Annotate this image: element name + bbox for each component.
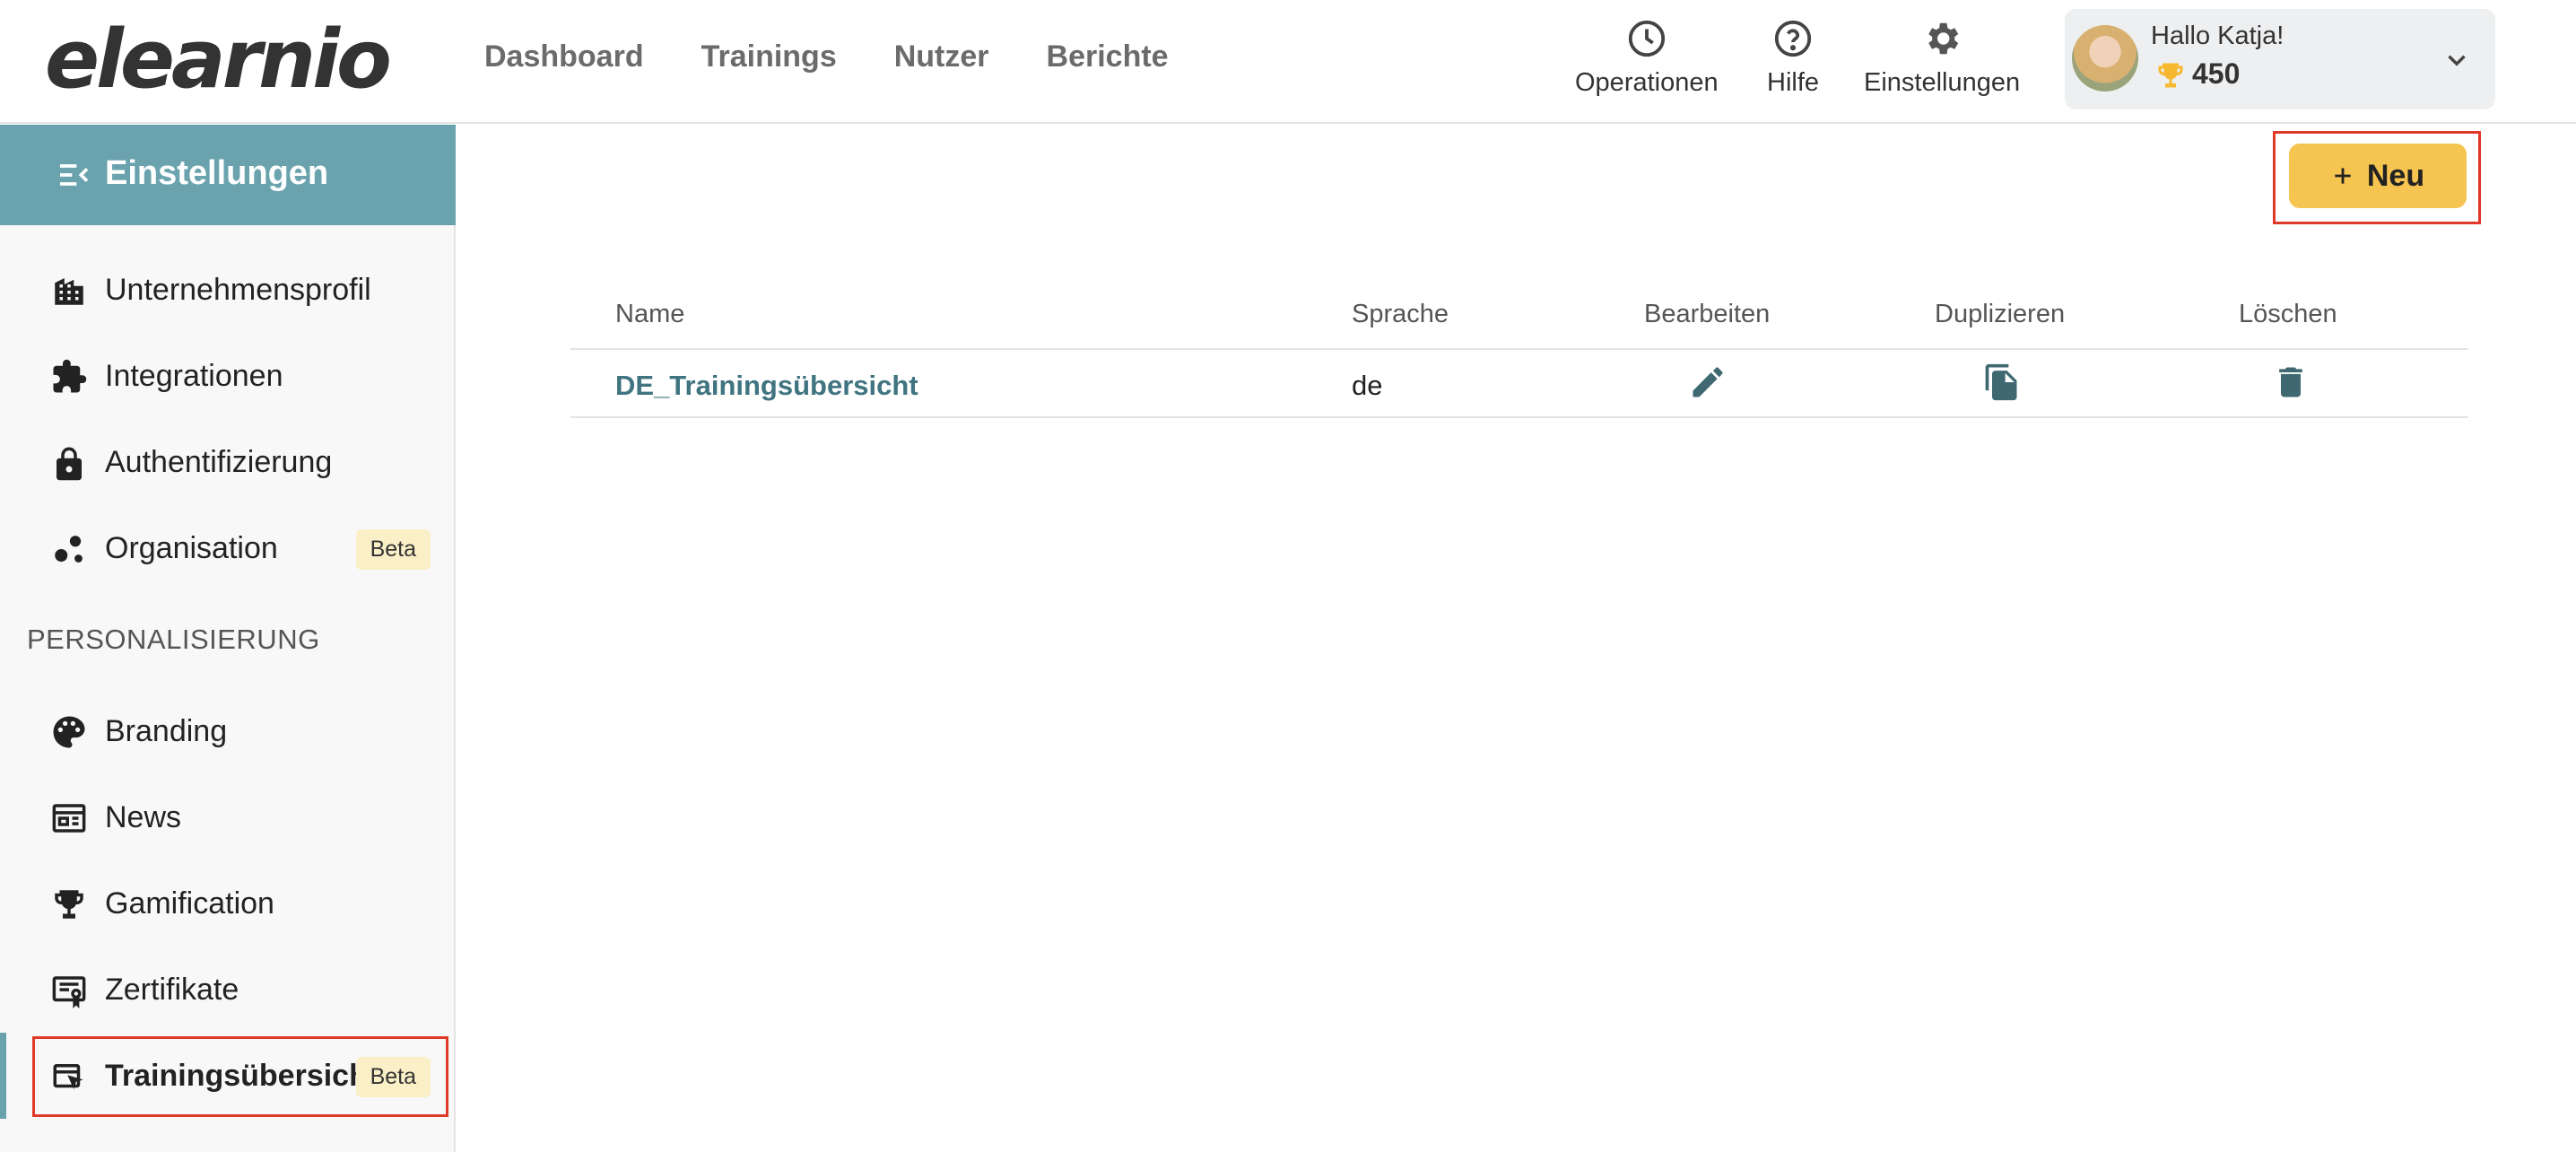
building-icon xyxy=(55,278,83,305)
avatar xyxy=(2072,25,2138,92)
row-language: de xyxy=(1352,370,1383,401)
sidebar-item-trainingsuebersicht[interactable]: Trainingsübersicht Beta xyxy=(0,1036,456,1117)
sidebar-item-branding[interactable]: Branding xyxy=(0,692,456,772)
sidebar-item-label: Integrationen xyxy=(105,359,283,393)
table-row: DE_Trainingsübersicht de xyxy=(570,350,2468,418)
trainingsuebersicht-table: Name Sprache Bearbeiten Duplizieren Lösc… xyxy=(570,285,2468,418)
sidebar-item-gamification[interactable]: Gamification xyxy=(0,864,456,945)
sidebar-item-label: Unternehmensprofil xyxy=(105,273,371,307)
column-header-name[interactable]: Name xyxy=(615,300,684,329)
puzzle-icon xyxy=(53,359,87,393)
sidebar-item-zertifikate[interactable]: Zertifikate xyxy=(0,950,456,1031)
sidebar-title: Einstellungen xyxy=(105,154,329,192)
trophy-icon xyxy=(2158,63,2183,88)
help-circle-icon xyxy=(1774,20,1812,57)
beta-badge: Beta xyxy=(355,529,431,570)
certificate-icon xyxy=(52,976,86,1008)
palette-icon xyxy=(53,716,85,748)
main-nav: Dashboard Trainings Nutzer Berichte xyxy=(484,39,1169,74)
nav-dashboard[interactable]: Dashboard xyxy=(484,39,644,74)
sidebar-item-unternehmensprofil[interactable]: Unternehmensprofil xyxy=(0,250,456,331)
trophy-icon xyxy=(55,890,83,919)
app-logo[interactable]: elearnio xyxy=(45,20,392,100)
sidebar-item-news[interactable]: News xyxy=(0,778,456,859)
sidebar-item-label: Zertifikate xyxy=(105,973,239,1007)
operations-button[interactable]: Operationen xyxy=(1575,18,1719,98)
sidebar-header[interactable]: Einstellungen xyxy=(0,125,456,225)
delete-icon[interactable] xyxy=(2271,362,2311,402)
nav-berichte[interactable]: Berichte xyxy=(1047,39,1169,74)
beta-badge: Beta xyxy=(355,1057,431,1097)
settings-sidebar: Einstellungen Unternehmensprofil Integra… xyxy=(0,125,456,1152)
edit-icon[interactable] xyxy=(1688,362,1727,402)
gear-icon xyxy=(1928,22,1959,55)
clock-icon xyxy=(1628,20,1665,57)
nav-trainings[interactable]: Trainings xyxy=(701,39,837,74)
sidebar-item-label: Branding xyxy=(105,714,228,748)
column-header-language[interactable]: Sprache xyxy=(1352,300,1449,329)
row-name-link[interactable]: DE_Trainingsübersicht xyxy=(615,370,918,402)
new-button-label: Neu xyxy=(2366,158,2425,193)
help-button[interactable]: Hilfe xyxy=(1767,18,1819,98)
settings-label: Einstellungen xyxy=(1864,68,2021,97)
section-title-personalisierung: PERSONALISIERUNG xyxy=(27,624,320,655)
sidebar-item-label: Authentifizierung xyxy=(105,445,333,479)
collapse-menu-icon xyxy=(60,164,89,186)
sidebar-item-organisation[interactable]: Organisation Beta xyxy=(0,509,456,589)
nav-nutzer[interactable]: Nutzer xyxy=(894,39,989,74)
newspaper-icon xyxy=(52,804,86,833)
sidebar-item-authentifizierung[interactable]: Authentifizierung xyxy=(0,423,456,503)
user-greeting: Hallo Katja! xyxy=(2151,22,2284,50)
sidebar-item-label: News xyxy=(105,800,182,834)
settings-button[interactable]: Einstellungen xyxy=(1864,18,2020,98)
lock-icon xyxy=(57,447,82,481)
help-label: Hilfe xyxy=(1767,68,1820,97)
user-points: 450 xyxy=(2192,57,2241,90)
sidebar-item-label: Gamification xyxy=(105,886,274,921)
operations-label: Operationen xyxy=(1575,68,1719,97)
organization-icon xyxy=(55,536,83,563)
sidebar-item-integrationen[interactable]: Integrationen xyxy=(0,336,456,417)
sidebar-item-label: Trainingsübersicht xyxy=(105,1059,379,1093)
chevron-down-icon xyxy=(2448,55,2466,66)
plus-icon xyxy=(2335,168,2351,184)
user-menu[interactable]: Hallo Katja! 450 xyxy=(2065,9,2495,109)
column-header-edit: Bearbeiten xyxy=(1644,300,1771,328)
duplicate-icon[interactable] xyxy=(1982,362,2022,402)
table-header: Name Sprache Bearbeiten Duplizieren Lösc… xyxy=(570,285,2468,350)
column-header-delete: Löschen xyxy=(2239,300,2337,328)
sidebar-item-label: Organisation xyxy=(105,531,278,565)
top-header: elearnio Dashboard Trainings Nutzer Beri… xyxy=(0,0,2576,124)
new-button[interactable]: Neu xyxy=(2289,144,2467,208)
column-header-duplicate: Duplizieren xyxy=(1935,300,2066,328)
training-overview-icon xyxy=(53,1064,83,1089)
